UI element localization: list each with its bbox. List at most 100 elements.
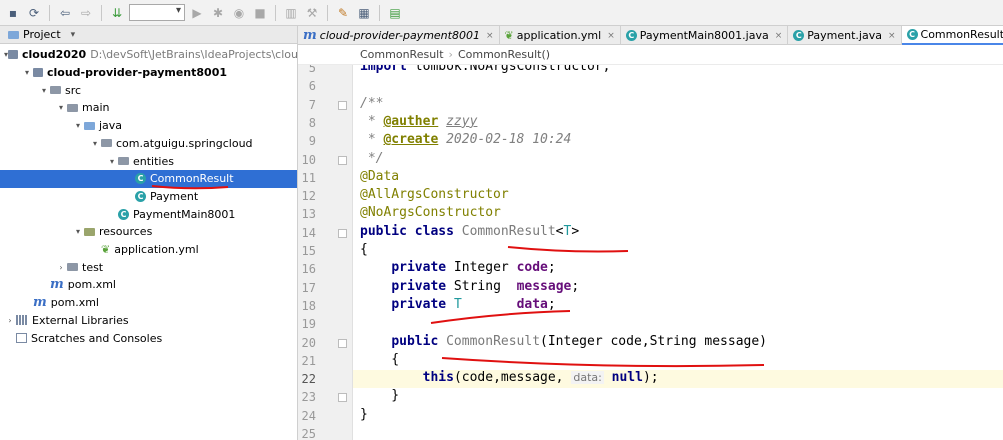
tree-node-path: D:\devSoft\JetBrains\IdeaProjects\cloud2…	[90, 48, 298, 62]
close-icon[interactable]: ×	[888, 31, 896, 41]
editor-tab[interactable]: m cloud-provider-payment8001 ×	[298, 26, 500, 45]
tree-node[interactable]: C CommonResult	[0, 169, 297, 188]
git-icon[interactable]: ▤	[386, 4, 404, 22]
code-line[interactable]: private T data;	[360, 297, 555, 312]
fold-marker-icon[interactable]	[338, 228, 347, 238]
code-line[interactable]: @NoArgsConstructor	[360, 205, 501, 220]
line-number: 11	[301, 170, 316, 185]
code-line[interactable]: }	[360, 407, 368, 422]
chevron-down-icon[interactable]: ▾	[38, 86, 50, 95]
chevron-down-icon[interactable]: ▾	[106, 157, 118, 166]
code-line[interactable]: @Data	[360, 169, 399, 184]
tree-node-label: resources	[99, 225, 153, 239]
stop-icon[interactable]: ■	[251, 4, 269, 22]
module-icon	[33, 68, 43, 78]
editor-tab-label: Payment.java	[807, 29, 882, 42]
maven-icon: m	[303, 28, 317, 43]
editor-tab[interactable]: ❦ application.yml ×	[500, 26, 621, 45]
chevron-down-icon[interactable]: ▾	[89, 139, 101, 148]
chevron-down-icon[interactable]: ▾	[72, 227, 84, 236]
tree-node[interactable]: ▾ java	[0, 117, 297, 135]
settings-icon[interactable]: ⚒	[303, 4, 321, 22]
class-icon: C	[793, 30, 805, 41]
project-structure-icon[interactable]: ▥	[282, 4, 300, 22]
tree-node-label: Payment	[150, 189, 199, 203]
breadcrumb-item-method[interactable]: CommonResult()	[458, 48, 550, 61]
code-line[interactable]: private String message;	[360, 279, 579, 294]
tree-node[interactable]: › External Libraries	[0, 312, 297, 330]
tree-node[interactable]: ▾ cloud2020 D:\devSoft\JetBrains\IdeaProje…	[0, 46, 298, 64]
tree-node-label: main	[82, 101, 110, 115]
sdk-icon[interactable]: ✎	[334, 4, 352, 22]
code-line[interactable]: this(code,message, data: null);	[360, 370, 659, 385]
tree-node[interactable]: ▾ main	[0, 99, 297, 117]
code-line[interactable]: /**	[360, 96, 383, 111]
chevron-down-icon[interactable]: ▾	[72, 121, 84, 130]
folder-icon	[67, 263, 78, 272]
underline-constructor	[441, 357, 765, 368]
tree-node[interactable]: ▾ entities	[0, 152, 297, 170]
line-number: 20	[301, 335, 316, 350]
structure-icon[interactable]: ▦	[355, 4, 373, 22]
save-icon[interactable]: ▪	[4, 4, 22, 22]
code-line[interactable]: public CommonResult(Integer code,String …	[360, 334, 767, 349]
close-icon[interactable]: ×	[486, 31, 494, 41]
run-config-combo[interactable]	[129, 4, 185, 21]
forward-icon[interactable]: ⇨	[77, 4, 95, 22]
chevron-right-icon[interactable]: ›	[4, 316, 16, 325]
yml-icon: ❦	[504, 29, 514, 42]
code-line[interactable]: */	[360, 151, 384, 166]
code-line[interactable]: {	[360, 242, 368, 257]
fold-marker-icon[interactable]	[338, 100, 347, 110]
tree-node[interactable]: ❦ application.yml	[0, 241, 297, 259]
close-icon[interactable]: ×	[607, 31, 615, 41]
code-line[interactable]: }	[360, 388, 399, 403]
chevron-down-icon[interactable]: ▾	[21, 68, 33, 77]
chevron-down-icon[interactable]: ▾	[55, 103, 67, 112]
code-line[interactable]: public class CommonResult<T>	[360, 224, 579, 239]
close-icon[interactable]: ×	[775, 31, 783, 41]
debug-icon[interactable]: ✱	[209, 4, 227, 22]
code-line[interactable]: @AllArgsConstructor	[360, 187, 509, 202]
tree-node[interactable]: m pom.xml	[0, 294, 297, 312]
code-line[interactable]: * @create 2020-02-18 10:24	[360, 132, 572, 147]
chevron-right-icon[interactable]: ›	[55, 263, 67, 272]
line-number: 18	[301, 298, 316, 313]
coverage-icon[interactable]: ◉	[230, 4, 248, 22]
editor-tab[interactable]: CCommonResult.java×	[901, 26, 1003, 45]
tree-node[interactable]: ▾ src	[0, 81, 297, 99]
editor-tab[interactable]: C PaymentMain8001.java ×	[621, 26, 789, 45]
fold-marker-icon[interactable]	[338, 338, 347, 348]
fold-marker-icon[interactable]	[338, 155, 347, 165]
code-line[interactable]: private Integer code;	[360, 260, 555, 275]
breadcrumb-item-class[interactable]: CommonResult	[360, 48, 444, 61]
code-editor[interactable]: 5 6 7 8 9 10 11 12 13 14 15 16 17 18 19 20 21 22 23 24 25 im…	[298, 65, 1003, 440]
tree-node[interactable]: C Payment	[0, 188, 297, 206]
build-icon[interactable]: ⇊	[108, 4, 126, 22]
run-icon[interactable]: ▶	[188, 4, 206, 22]
tree-node-label: Scratches and Consoles	[31, 331, 163, 345]
fold-marker-icon[interactable]	[338, 393, 347, 403]
back-icon[interactable]: ⇦	[56, 4, 74, 22]
code-line[interactable]: * @auther zzyy	[360, 114, 478, 129]
editor-tab[interactable]: C Payment.java ×	[788, 26, 902, 45]
line-number: 16	[301, 262, 316, 277]
source-folder-icon	[84, 121, 95, 130]
code-line[interactable]: import lombok.NoArgsConstructor;	[360, 65, 610, 74]
code-line[interactable]: {	[360, 352, 399, 367]
folder-icon	[67, 103, 78, 112]
tree-node[interactable]: › test	[0, 258, 297, 276]
chevron-down-icon[interactable]: ▾	[71, 30, 76, 40]
tree-node[interactable]: m pom.xml	[0, 276, 297, 294]
tree-node[interactable]: ▾ resources	[0, 223, 297, 241]
line-number: 7	[308, 97, 316, 112]
tree-node[interactable]: ▾ cloud-provider-payment8001	[0, 64, 297, 82]
sync-icon[interactable]: ⟳	[25, 4, 43, 22]
tree-node[interactable]: ▾ com.atguigu.springcloud	[0, 135, 297, 153]
tree-node[interactable]: C PaymentMain8001	[0, 205, 297, 223]
line-number: 10	[301, 152, 316, 167]
tree-node[interactable]: Scratches and Consoles	[0, 329, 297, 347]
line-number: 14	[301, 225, 316, 240]
resources-folder-icon	[84, 227, 95, 236]
project-panel-header[interactable]: Project ▾	[0, 26, 297, 44]
